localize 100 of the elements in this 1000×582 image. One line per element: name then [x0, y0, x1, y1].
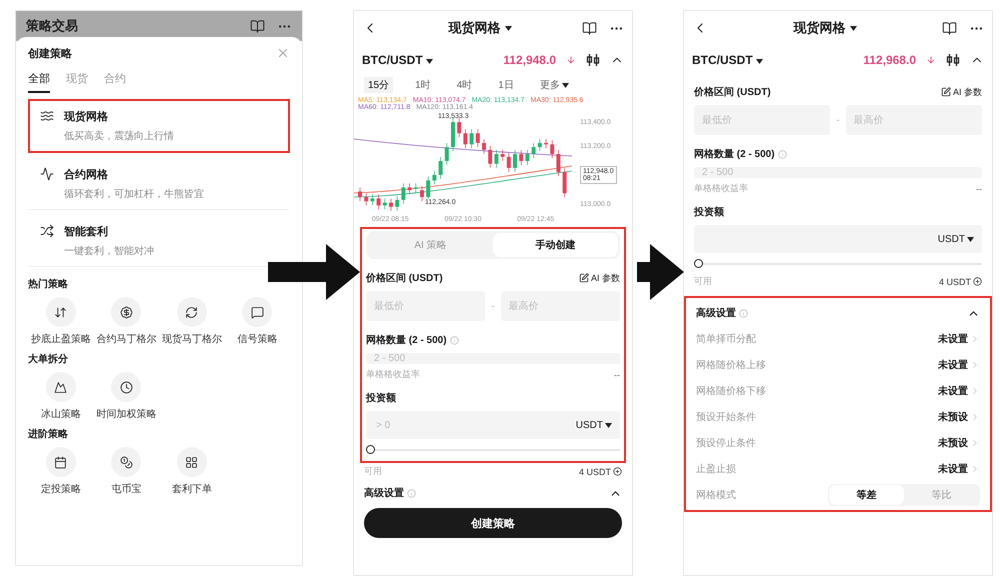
caret-icon: [562, 82, 569, 88]
field-label: 价格区间 (USDT): [366, 272, 443, 285]
advanced-settings-label[interactable]: 高级设置: [364, 486, 416, 500]
book-icon[interactable]: [582, 20, 597, 36]
setting-value[interactable]: 未预设: [938, 436, 980, 450]
candle: [550, 140, 554, 158]
slider-thumb[interactable]: [694, 259, 703, 268]
page-title[interactable]: 现货网格: [794, 19, 856, 37]
min-price-input[interactable]: 最低价: [366, 291, 486, 321]
strategy-shortcut[interactable]: [176, 447, 207, 477]
candle: [538, 138, 542, 152]
candlestick-icon[interactable]: [586, 53, 600, 67]
advanced-settings-label[interactable]: 高级设置: [696, 306, 748, 320]
available-label: 可用: [694, 275, 712, 288]
waves-icon: [40, 109, 54, 123]
page-title: 策略交易: [26, 17, 78, 35]
strategy-shortcut[interactable]: [46, 372, 76, 402]
investment-input[interactable]: > 0 USDT: [366, 411, 620, 439]
sheet-title: 创建策略: [28, 46, 72, 60]
yield-value: --: [614, 370, 620, 380]
candlestick-icon[interactable]: [946, 53, 960, 67]
strategy-shortcut[interactable]: [111, 297, 142, 327]
candle: [500, 150, 505, 162]
candle: [562, 168, 567, 198]
setting-value[interactable]: 未预设: [938, 410, 980, 424]
pair-selector[interactable]: BTC/USDT: [692, 53, 764, 67]
interval-tab[interactable]: 更多: [536, 77, 573, 93]
field-label: 网格数量 (2 - 500): [366, 333, 459, 347]
edit-icon: [578, 273, 589, 283]
candle: [532, 142, 536, 158]
candle: [376, 194, 381, 210]
candle: [494, 150, 498, 168]
field-label: 投资额: [694, 205, 724, 219]
max-price-input[interactable]: 最高价: [846, 105, 982, 135]
currency-selector[interactable]: USDT: [938, 234, 974, 244]
interval-tab[interactable]: 1日: [494, 77, 518, 93]
setting-label: 网格随价格下移: [696, 384, 766, 398]
field-label: 价格区间 (USDT): [694, 86, 771, 99]
strategy-shortcut[interactable]: [242, 297, 272, 327]
down-arrow-icon: [566, 55, 576, 65]
strategy-item[interactable]: 合约网格 循环套利，可加杠杆，牛熊皆宜: [28, 157, 290, 210]
grid-count-input[interactable]: 2 - 500: [366, 353, 620, 364]
max-price-input[interactable]: 最高价: [500, 291, 620, 321]
interval-tab[interactable]: 1时: [411, 77, 435, 93]
coins-icon: [120, 456, 133, 468]
yield-label: 单格格收益率: [694, 182, 748, 195]
candle: [519, 150, 524, 166]
candle: [470, 128, 474, 149]
interval-tab[interactable]: 4时: [452, 77, 476, 93]
shortcut-label: 冰山策略: [40, 408, 81, 421]
currency-selector[interactable]: USDT: [576, 420, 612, 430]
strategy-shortcut[interactable]: [46, 447, 76, 477]
arrow-drawing: [637, 242, 684, 302]
pair-selector[interactable]: BTC/USDT: [362, 53, 434, 67]
caret-icon: [967, 236, 974, 242]
interval-tab[interactable]: 15分: [364, 77, 394, 93]
mode-tab[interactable]: 手动创建: [493, 233, 618, 257]
dollar-badge-icon: [120, 306, 133, 318]
shortcut-label: 时间加权策略: [96, 408, 156, 421]
setting-value[interactable]: 未设置: [938, 358, 980, 372]
strategy-shortcut[interactable]: [176, 297, 207, 327]
available-value: 4 USDT: [578, 466, 622, 476]
strategy-item[interactable]: 现货网格 低买高卖，震荡向上行情: [28, 99, 290, 153]
candle: [506, 152, 511, 172]
strategy-shortcut[interactable]: [46, 297, 76, 327]
ai-params-link[interactable]: AI 参数: [578, 272, 620, 284]
candle: [401, 183, 406, 204]
add-icon[interactable]: [613, 467, 622, 476]
grid-count-input[interactable]: 2 - 500: [694, 167, 982, 178]
edit-icon: [940, 87, 951, 97]
caret-icon: [756, 59, 764, 64]
slider-thumb[interactable]: [366, 445, 375, 454]
min-price-input[interactable]: 最低价: [694, 105, 830, 135]
yield-label: 单格格收益率: [366, 368, 420, 381]
add-icon[interactable]: [973, 277, 982, 286]
create-strategy-button[interactable]: 创建策略: [364, 508, 622, 538]
candle: [482, 138, 486, 154]
setting-value[interactable]: 未设置: [938, 462, 980, 476]
filter-tab[interactable]: 全部: [28, 69, 50, 93]
strategy-shortcut[interactable]: [111, 372, 142, 402]
grid-mode-option[interactable]: 等差: [829, 485, 904, 505]
book-icon[interactable]: [250, 18, 265, 34]
page-title[interactable]: 现货网格: [448, 19, 512, 37]
strategy-shortcut[interactable]: [111, 447, 142, 477]
candle: [370, 194, 374, 206]
shortcut-label: 信号策略: [237, 333, 278, 346]
range-dash: -: [491, 300, 495, 312]
candle: [414, 183, 418, 194]
available-value: 4 USDT: [938, 276, 982, 286]
ai-params-link[interactable]: AI 参数: [940, 86, 982, 98]
section-title: 热门策略: [28, 277, 69, 291]
setting-value[interactable]: 未设置: [938, 332, 980, 346]
book-icon[interactable]: [942, 20, 957, 36]
candle: [513, 150, 517, 172]
mountain-icon: [54, 380, 68, 394]
yield-value: --: [976, 184, 982, 194]
investment-input[interactable]: USDT: [694, 225, 982, 253]
strategy-title: 智能套利: [64, 224, 109, 239]
range-dash: -: [836, 114, 840, 126]
setting-value[interactable]: 未设置: [938, 384, 980, 398]
